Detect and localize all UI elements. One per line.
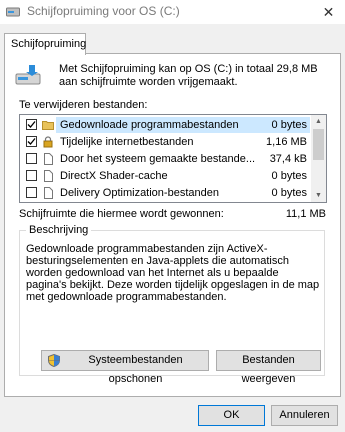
lock-icon — [43, 136, 53, 148]
file-icon — [44, 170, 53, 182]
list-scrollbar[interactable]: ▲ ▼ — [311, 115, 326, 202]
clean-system-files-label: Systeembestanden opschonen — [88, 354, 183, 385]
file-category-name: DirectX Shader-cache — [60, 170, 168, 182]
title-bar: Schijfopruiming voor OS (C:) ✕ — [0, 0, 345, 24]
tab-label: Schijfopruiming — [11, 38, 87, 50]
file-category-size: 1,16 MB — [266, 136, 307, 148]
checkbox-checked[interactable] — [26, 119, 37, 130]
scroll-down-arrow-icon[interactable]: ▼ — [311, 189, 326, 202]
files-list[interactable]: Gedownloade programmabestanden 0 bytes T… — [19, 114, 327, 203]
list-item[interactable]: Delivery Optimization-bestanden 0 bytes — [20, 185, 310, 201]
file-icon — [44, 153, 53, 165]
ok-button[interactable]: OK — [198, 405, 265, 426]
scrollbar-thumb[interactable] — [313, 129, 324, 160]
disk-cleanup-window: Schijfopruiming voor OS (C:) ✕ Schijfopr… — [0, 0, 345, 432]
cancel-button[interactable]: Annuleren — [271, 405, 338, 426]
list-item[interactable]: Gedownloade programmabestanden 0 bytes — [20, 117, 310, 133]
checkbox-unchecked[interactable] — [26, 153, 37, 164]
scroll-up-arrow-icon[interactable]: ▲ — [311, 115, 326, 128]
description-text: Gedownloade programmabestanden zijn Acti… — [26, 243, 320, 303]
window-title: Schijfopruiming voor OS (C:) — [27, 4, 180, 18]
description-title: Beschrijving — [26, 224, 92, 236]
files-to-delete-label: Te verwijderen bestanden: — [19, 99, 148, 111]
disk-cleanup-app-icon — [6, 7, 20, 17]
tab-disk-cleanup[interactable]: Schijfopruiming — [4, 33, 86, 55]
file-category-name: Gedownloade programmabestanden — [60, 119, 239, 131]
file-icon — [44, 187, 53, 199]
list-item[interactable]: DirectX Shader-cache 0 bytes — [20, 168, 310, 184]
file-category-size: 0 bytes — [271, 119, 307, 131]
drive-icon — [15, 65, 41, 85]
file-category-name: Tijdelijke internetbestanden — [60, 136, 194, 148]
list-item[interactable]: Door het systeem gemaakte bestande... 37… — [20, 151, 310, 167]
clean-system-files-button[interactable]: Systeembestanden opschonen — [41, 350, 209, 385]
file-category-name: Delivery Optimization-bestanden — [60, 187, 219, 199]
folder-icon — [42, 121, 54, 130]
space-gained-value: 11,1 MB — [285, 208, 326, 220]
file-category-size: 37,4 kB — [269, 153, 307, 165]
file-category-size: 0 bytes — [271, 187, 307, 199]
checkbox-unchecked[interactable] — [26, 187, 37, 198]
file-category-name: Door het systeem gemaakte bestande... — [60, 153, 256, 165]
uac-shield-icon — [48, 354, 60, 367]
view-files-button[interactable]: Bestanden weergeven — [216, 350, 321, 385]
list-item[interactable]: Tijdelijke internetbestanden 1,16 MB — [20, 134, 310, 150]
summary-text: Met Schijfopruiming kan op OS (C:) in to… — [59, 63, 318, 88]
close-button[interactable]: ✕ — [312, 0, 345, 24]
file-category-size: 0 bytes — [271, 170, 307, 182]
space-gained-label: Schijfruimte die hiermee wordt gewonnen: — [19, 208, 224, 220]
checkbox-unchecked[interactable] — [26, 170, 37, 181]
checkbox-checked[interactable] — [26, 136, 37, 147]
